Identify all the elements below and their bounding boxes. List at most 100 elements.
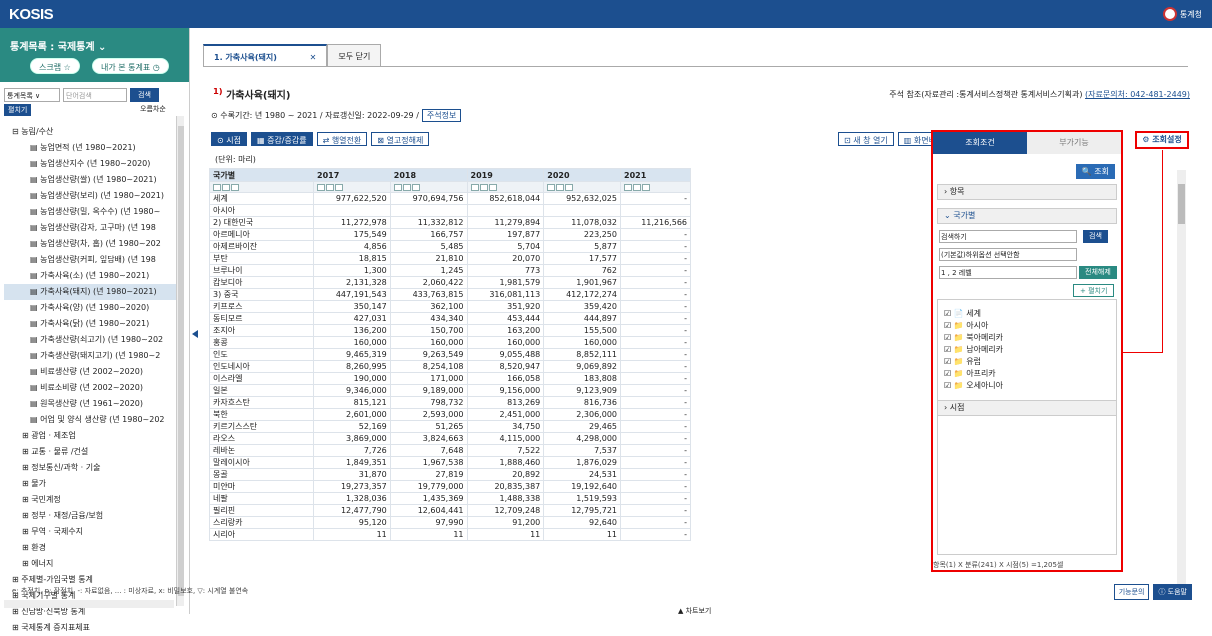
tab-table[interactable]: 1. 가축사육(돼지) ✕: [203, 44, 328, 66]
tree-item[interactable]: ▤ 농업생산량(쌀) (년 1980~2021): [4, 172, 176, 188]
country-search-input[interactable]: 검색하기: [939, 230, 1077, 243]
expand-tree-button[interactable]: + 펼치기: [1073, 284, 1115, 297]
tree-item[interactable]: ▤ 비료소비량 (년 2002~2020): [4, 380, 176, 396]
agency-logo[interactable]: 통계청: [1162, 7, 1202, 21]
query-settings-button[interactable]: ⚙ 조회설정: [1135, 131, 1189, 149]
tree-item[interactable]: ▤ 가축사육(닭) (년 1980~2021): [4, 316, 176, 332]
tree-item[interactable]: ⊞ 에너지: [4, 556, 176, 572]
country-tree-item[interactable]: ☑ 📁 아시아: [944, 320, 1110, 332]
table-row: 부탄 18,815 21,810 20,070 17,577-: [209, 252, 691, 265]
tree-item[interactable]: ▤ 가축생산량(쇠고기) (년 1980~202: [4, 332, 176, 348]
tab-extra-functions[interactable]: 부가기능: [1027, 132, 1121, 154]
tree-item[interactable]: ▤ 원목생산량 (년 1961~2020): [4, 396, 176, 412]
kosis-logo[interactable]: KOSIS: [9, 6, 54, 23]
items-section[interactable]: › 항목: [937, 184, 1117, 200]
tree-item[interactable]: ▤ 가축생산량(돼지고기) (년 1980~2: [4, 348, 176, 364]
country-tree-item[interactable]: ☑ 📁 아프리카: [944, 368, 1110, 380]
column-header[interactable]: 2019: [466, 168, 545, 182]
inquiry-button[interactable]: 기능문의: [1113, 584, 1150, 600]
list-select[interactable]: 통계목록 ∨: [4, 88, 60, 102]
column-controls[interactable]: [620, 181, 691, 193]
tree-item[interactable]: ▤ 농업생산량(커피, 잎담배) (년 198: [4, 252, 176, 268]
tree-item[interactable]: ▤ 농업생산지수 (년 1980~2020): [4, 156, 176, 172]
tree-item[interactable]: ⊞ 환경: [4, 540, 176, 556]
tree-item[interactable]: ▤ 농업면적 (년 1980~2021): [4, 140, 176, 156]
tree-item[interactable]: ▤ 어업 및 양식 생산량 (년 1980~202: [4, 412, 176, 428]
keyword-input[interactable]: 단어검색: [63, 88, 127, 102]
value-cell: 27,819: [389, 468, 468, 481]
value-cell: 427,031: [313, 312, 391, 325]
tree-item[interactable]: ▤ 농업생산량(밀, 옥수수) (년 1980~: [4, 204, 176, 220]
scrap-button[interactable]: 스크랩 ☆: [30, 58, 80, 74]
chart-view-button[interactable]: ▲ 차트보기: [678, 606, 711, 616]
recent-tables-button[interactable]: 내가 본 통계표 ◷: [92, 58, 169, 74]
column-header[interactable]: 국가별: [209, 168, 314, 182]
country-tree-item[interactable]: ☑ 📄 세계: [944, 308, 1110, 320]
column-header[interactable]: 2021: [620, 168, 691, 182]
close-all-tabs[interactable]: 모두 닫기: [327, 44, 382, 66]
period-section[interactable]: › 시점: [937, 400, 1117, 416]
note-info-button[interactable]: 주석정보: [421, 109, 462, 122]
tree-item[interactable]: ⊞ 교통 · 물류 /건설: [4, 444, 176, 460]
change-rate-button[interactable]: ▦ 증감/증감률: [250, 132, 313, 146]
value-cell: [466, 204, 545, 217]
query-button[interactable]: 🔍 조회: [1075, 164, 1115, 179]
table-scrollbar[interactable]: [1177, 170, 1186, 600]
column-controls[interactable]: [389, 181, 468, 193]
sub-option-select[interactable]: (기본값)하위옵션 선택안함: [939, 248, 1077, 261]
country-cell: 키르기스스탄: [209, 420, 314, 433]
column-controls[interactable]: [313, 181, 391, 193]
tree-item[interactable]: ⊞ 광업 · 제조업: [4, 428, 176, 444]
country-search-button[interactable]: 검색: [1083, 230, 1108, 243]
tree-item[interactable]: ⊞ 국민계정: [4, 492, 176, 508]
new-window-button[interactable]: ⊡ 새 창 열기: [838, 132, 894, 146]
country-section[interactable]: ⌄ 국가별: [937, 208, 1117, 224]
tree-item[interactable]: ⊞ 정부 · 재정/금융/보험: [4, 508, 176, 524]
transpose-button[interactable]: ⇄ 행열전환: [316, 132, 368, 146]
value-cell: 11,216,566: [620, 216, 691, 229]
time-button[interactable]: ⊙ 시점: [211, 132, 247, 146]
tree-item[interactable]: ⊞ 국제통계 증지표체표: [4, 620, 176, 636]
column-header[interactable]: 2017: [313, 168, 391, 182]
tree-item[interactable]: ⊟ 농림/수산: [4, 124, 176, 140]
help-button[interactable]: ⓘ 도움말: [1153, 584, 1192, 600]
country-tree-item[interactable]: ☑ 📁 남아메리카: [944, 344, 1110, 356]
country-tree-item[interactable]: ☑ 📁 유럽: [944, 356, 1110, 368]
value-cell: 160,000: [466, 336, 545, 349]
tree-item[interactable]: ⊞ 정보통신/과학 · 기술: [4, 460, 176, 476]
column-controls[interactable]: [209, 181, 314, 193]
tree-item[interactable]: ▤ 농업생산량(차, 홉) (년 1980~202: [4, 236, 176, 252]
level-select[interactable]: 1 , 2 레벨: [939, 266, 1077, 279]
value-cell: 952,632,025: [543, 192, 621, 205]
column-controls[interactable]: [466, 181, 545, 193]
country-tree-item[interactable]: ☑ 📁 북아메리카: [944, 332, 1110, 344]
tree-item[interactable]: ⊞ 물가: [4, 476, 176, 492]
tree-scrollbar[interactable]: [176, 116, 184, 606]
country-tree: ☑ 📄 세계 ☑ 📁 아시아 ☑ 📁 북아메리카 ☑ 📁 남아메리카 ☑ 📁 유럽 ☑ 📁…: [937, 299, 1117, 555]
value-cell: 9,156,000: [466, 384, 545, 397]
tree-item[interactable]: ▤ 가축사육(돼지) (년 1980~2021): [4, 284, 176, 300]
deselect-all-button[interactable]: 전체해제: [1079, 266, 1117, 279]
tree-item[interactable]: ▤ 가축사육(양) (년 1980~2020): [4, 300, 176, 316]
column-controls[interactable]: [543, 181, 621, 193]
close-tab-icon[interactable]: ✕: [310, 53, 317, 62]
tab-query-conditions[interactable]: 조회조건: [933, 132, 1027, 154]
value-cell: 8,520,947: [466, 360, 545, 373]
column-header[interactable]: 2018: [389, 168, 468, 182]
expand-button[interactable]: 펼치기: [4, 104, 32, 116]
stat-list-title[interactable]: 통계목록 : 국제통계 ⌄: [10, 38, 106, 53]
tree-item[interactable]: ▤ 농업생산량(감자, 고구마) (년 198: [4, 220, 176, 236]
search-button[interactable]: 검색: [130, 88, 159, 102]
tree-item[interactable]: ⊞ 무역 · 국제수지: [4, 524, 176, 540]
contact-link[interactable]: (자료문의처: 042-481-2449): [1085, 90, 1190, 99]
tree-item[interactable]: ▤ 농업생산량(보리) (년 1980~2021): [4, 188, 176, 204]
tree-item[interactable]: ▤ 가축사육(소) (년 1980~2021): [4, 268, 176, 284]
tree-hscrollbar[interactable]: [4, 600, 174, 608]
country-tree-item[interactable]: ☑ 📁 오세아니아: [944, 380, 1110, 392]
collapse-sidebar-icon[interactable]: [192, 330, 198, 338]
sort-button[interactable]: 오름차순: [140, 104, 166, 114]
value-cell: -: [620, 504, 691, 517]
column-header[interactable]: 2020: [543, 168, 621, 182]
unfreeze-button[interactable]: ⊠ 열고정해제: [371, 132, 430, 146]
tree-item[interactable]: ▤ 비료생산량 (년 2002~2020): [4, 364, 176, 380]
